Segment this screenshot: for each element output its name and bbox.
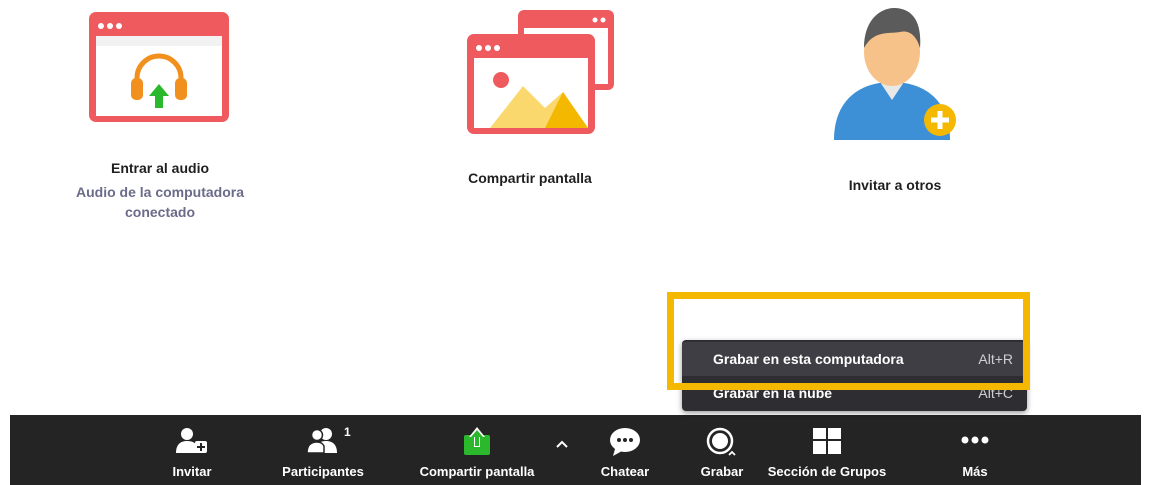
- record-to-cloud-item[interactable]: Grabar en la nube Alt+C: [682, 376, 1027, 410]
- breakout-rooms-label: Sección de Grupos: [767, 464, 887, 479]
- record-label: Grabar: [700, 464, 744, 479]
- breakout-rooms-button[interactable]: Sección de Grupos: [762, 415, 892, 485]
- record-button[interactable]: Grabar: [692, 415, 752, 485]
- breakout-grid-icon: [813, 428, 841, 454]
- audio-status-line1: Audio de la computadora: [75, 184, 244, 200]
- audio-status-text: Audio de la computadora conectado: [60, 182, 260, 222]
- participants-button[interactable]: 1 Participantes: [268, 415, 378, 485]
- meeting-toolbar: Invitar 1 Participantes Compartir pantal…: [10, 415, 1141, 485]
- more-label: Más: [962, 464, 988, 479]
- headphones-icon: [89, 12, 229, 122]
- participants-label: Participantes: [282, 464, 364, 479]
- share-screen-toolbar-icon: [464, 427, 490, 455]
- record-icon: [706, 427, 736, 456]
- share-screen-label: Compartir pantalla: [419, 464, 535, 479]
- record-on-computer-shortcut: Alt+R: [978, 351, 1013, 367]
- record-on-computer-item[interactable]: Grabar en esta computadora Alt+R: [682, 342, 1027, 376]
- chat-label: Chatear: [600, 464, 650, 479]
- chat-button[interactable]: Chatear: [595, 415, 655, 485]
- more-dots-icon: [961, 436, 989, 444]
- add-person-icon: [176, 428, 207, 453]
- invite-button[interactable]: Invitar: [162, 415, 222, 485]
- invite-others-tile[interactable]: Invitar a otros: [795, 0, 995, 193]
- record-menu: Grabar en esta computadora Alt+R Grabar …: [682, 340, 1027, 411]
- share-screen-button[interactable]: Compartir pantalla: [402, 415, 552, 485]
- invite-label: Invitar: [172, 464, 212, 479]
- share-options-chevron[interactable]: [550, 415, 574, 485]
- share-screen-title: Compartir pantalla: [468, 170, 592, 186]
- more-button[interactable]: Más: [945, 415, 1005, 485]
- chevron-up-icon: [556, 440, 568, 448]
- chat-bubble-icon: [610, 428, 640, 456]
- record-to-cloud-label: Grabar en la nube: [713, 385, 833, 401]
- record-on-computer-label: Grabar en esta computadora: [713, 351, 904, 367]
- join-audio-tile[interactable]: Entrar al audio Audio de la computadora …: [60, 0, 260, 222]
- join-audio-title: Entrar al audio: [110, 160, 210, 176]
- audio-status-line2: conectado: [124, 204, 195, 220]
- participants-count-badge: 1: [344, 425, 351, 439]
- share-screen-icon: [467, 10, 614, 134]
- invite-person-icon: [834, 8, 956, 140]
- record-to-cloud-shortcut: Alt+C: [978, 385, 1013, 401]
- share-screen-tile[interactable]: Compartir pantalla: [430, 0, 630, 186]
- invite-others-title: Invitar a otros: [848, 177, 942, 193]
- participants-icon: [306, 428, 337, 454]
